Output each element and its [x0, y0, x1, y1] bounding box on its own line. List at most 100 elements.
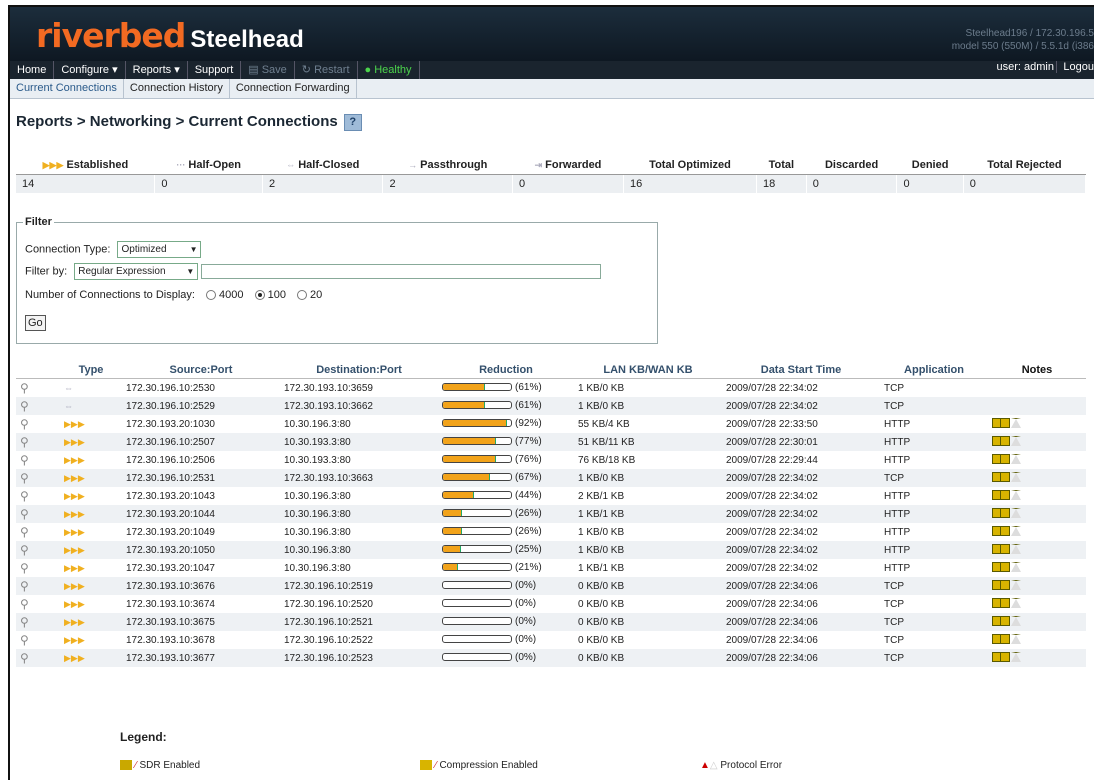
details-cell[interactable]: ⚲ [16, 559, 60, 577]
radio-100[interactable] [254, 290, 265, 301]
table-row[interactable]: ⚲ ▶▶▶ 172.30.193.20:1044 10.30.196.3:80 (26%… [16, 505, 1086, 523]
tab-connection-history[interactable]: Connection History [124, 79, 230, 98]
menu-configure[interactable]: Configure ▾ [54, 61, 126, 79]
type-cell: ▶▶▶ [60, 451, 122, 469]
table-row[interactable]: ⚲ ▶▶▶ 172.30.196.10:2531 172.30.193.10:3663… [16, 469, 1086, 487]
details-cell[interactable]: ⚲ [16, 523, 60, 541]
reduction-label: (44%) [515, 489, 542, 501]
magnifier-icon[interactable]: ⚲ [20, 435, 29, 449]
magnifier-icon[interactable]: ⚲ [20, 561, 29, 575]
restart-button[interactable]: ↻ Restart [295, 61, 358, 79]
details-cell[interactable]: ⚲ [16, 649, 60, 667]
compression-icon [1000, 615, 1010, 626]
magnifier-icon[interactable]: ⚲ [20, 399, 29, 413]
table-row[interactable]: ⚲ ▶▶▶ 172.30.193.10:3676 172.30.196.10:2519… [16, 577, 1086, 595]
col-start-time[interactable]: Data Start Time [722, 362, 880, 379]
magnifier-icon[interactable]: ⚲ [20, 507, 29, 521]
magnifier-icon[interactable]: ⚲ [20, 633, 29, 647]
magnifier-icon[interactable]: ⚲ [20, 381, 29, 395]
source-cell: 172.30.196.10:2529 [122, 397, 280, 415]
details-cell[interactable]: ⚲ [16, 415, 60, 433]
magnifier-icon[interactable]: ⚲ [20, 597, 29, 611]
table-row[interactable]: ⚲ ▶▶▶ 172.30.196.10:2506 10.30.193.3:80 (76%… [16, 451, 1086, 469]
magnifier-icon[interactable]: ⚲ [20, 489, 29, 503]
col-source[interactable]: Source:Port [122, 362, 280, 379]
menu-home[interactable]: Home [10, 61, 55, 79]
table-row[interactable]: ⚲ ⇔ 172.30.196.10:2530 172.30.193.10:3659 (6… [16, 379, 1086, 398]
source-cell: 172.30.193.10:3675 [122, 613, 280, 631]
menu-reports[interactable]: Reports ▾ [126, 61, 188, 79]
reduction-bar [442, 401, 512, 410]
source-cell: 172.30.193.10:3677 [122, 649, 280, 667]
application-cell: HTTP [884, 562, 911, 574]
tab-connection-forwarding[interactable]: Connection Forwarding [230, 79, 357, 98]
compression-icon [1000, 543, 1010, 554]
magnifier-icon[interactable]: ⚲ [20, 615, 29, 629]
magnifier-icon[interactable]: ⚲ [20, 579, 29, 593]
details-cell[interactable]: ⚲ [16, 577, 60, 595]
table-row[interactable]: ⚲ ▶▶▶ 172.30.193.10:3674 172.30.196.10:2520… [16, 595, 1086, 613]
magnifier-icon[interactable]: ⚲ [20, 525, 29, 539]
table-row[interactable]: ⚲ ▶▶▶ 172.30.193.20:1049 10.30.196.3:80 (26%… [16, 523, 1086, 541]
details-cell[interactable]: ⚲ [16, 541, 60, 559]
destination-cell: 172.30.193.10:3663 [280, 469, 438, 487]
details-cell[interactable]: ⚲ [16, 433, 60, 451]
table-row[interactable]: ⚲ ▶▶▶ 172.30.196.10:2507 10.30.193.3:80 (77%… [16, 433, 1086, 451]
col-reduction[interactable]: Reduction [438, 362, 574, 379]
radio-4000[interactable] [206, 290, 217, 301]
details-cell[interactable]: ⚲ [16, 469, 60, 487]
col-type[interactable]: Type [60, 362, 122, 379]
help-icon[interactable]: ? [343, 113, 362, 131]
filter-by-select[interactable]: Regular Expression ▼ [74, 263, 199, 280]
save-button[interactable]: ▤ Save [241, 61, 295, 79]
reduction-bar [442, 617, 512, 626]
go-button[interactable]: Go [25, 315, 46, 331]
details-cell[interactable]: ⚲ [16, 505, 60, 523]
table-row[interactable]: ⚲ ⇔ 172.30.196.10:2529 172.30.193.10:3662 (6… [16, 397, 1086, 415]
conn-type-select[interactable]: Optimized ▼ [117, 241, 202, 258]
device-model: model 550 (550M) / 5.5.1d (i386 [951, 41, 1094, 52]
col-destination[interactable]: Destination:Port [280, 362, 438, 379]
filter-text-input[interactable] [201, 264, 602, 279]
table-row[interactable]: ⚲ ▶▶▶ 172.30.193.10:3675 172.30.196.10:2521… [16, 613, 1086, 631]
col-application[interactable]: Application [880, 362, 988, 379]
reduction-label: (61%) [515, 399, 542, 411]
table-row[interactable]: ⚲ ▶▶▶ 172.30.193.20:1030 10.30.196.3:80 (92%… [16, 415, 1086, 433]
start-time-cell: 2009/07/28 22:34:06 [722, 613, 880, 631]
details-cell[interactable]: ⚲ [16, 487, 60, 505]
lanwan-cell: 1 KB/0 KB [574, 397, 722, 415]
details-cell[interactable]: ⚲ [16, 613, 60, 631]
logout-link[interactable]: Logou [1056, 61, 1094, 73]
lanwan-cell: 51 KB/11 KB [574, 433, 722, 451]
table-row[interactable]: ⚲ ▶▶▶ 172.30.193.20:1050 10.30.196.3:80 (25%… [16, 541, 1086, 559]
table-row[interactable]: ⚲ ▶▶▶ 172.30.193.10:3677 172.30.196.10:2523… [16, 649, 1086, 667]
notes-cell [988, 487, 1086, 505]
details-cell[interactable]: ⚲ [16, 379, 60, 398]
num-connections-row: Number of Connections to Display: 4000 1… [25, 289, 322, 301]
menu-support[interactable]: Support [188, 61, 242, 79]
magnifier-icon[interactable]: ⚲ [20, 651, 29, 665]
type-cell: ▶▶▶ [60, 595, 122, 613]
table-row[interactable]: ⚲ ▶▶▶ 172.30.193.10:3678 172.30.196.10:2522… [16, 631, 1086, 649]
col-lanwan[interactable]: LAN KB/WAN KB [574, 362, 722, 379]
reduction-bar [442, 473, 512, 482]
magnifier-icon[interactable]: ⚲ [20, 471, 29, 485]
details-cell[interactable]: ⚲ [16, 397, 60, 415]
magnifier-icon[interactable]: ⚲ [20, 417, 29, 431]
protocol-error-icon [1011, 579, 1021, 590]
protocol-error-icon [1011, 525, 1021, 536]
magnifier-icon[interactable]: ⚲ [20, 453, 29, 467]
table-row[interactable]: ⚲ ▶▶▶ 172.30.193.20:1047 10.30.196.3:80 (21%… [16, 559, 1086, 577]
tab-current-connections[interactable]: Current Connections [10, 79, 124, 98]
lanwan-cell: 76 KB/18 KB [578, 454, 636, 466]
magnifier-icon[interactable]: ⚲ [20, 543, 29, 557]
table-row[interactable]: ⚲ ▶▶▶ 172.30.193.20:1043 10.30.196.3:80 (44%… [16, 487, 1086, 505]
compression-icon [1000, 417, 1010, 428]
lanwan-cell: 0 KB/0 KB [574, 577, 722, 595]
radio-20[interactable] [297, 290, 307, 301]
destination-cell: 10.30.196.3:80 [284, 418, 351, 430]
details-cell[interactable]: ⚲ [16, 631, 60, 649]
details-cell[interactable]: ⚲ [16, 595, 60, 613]
notes-cell [988, 433, 1086, 451]
details-cell[interactable]: ⚲ [16, 451, 60, 469]
